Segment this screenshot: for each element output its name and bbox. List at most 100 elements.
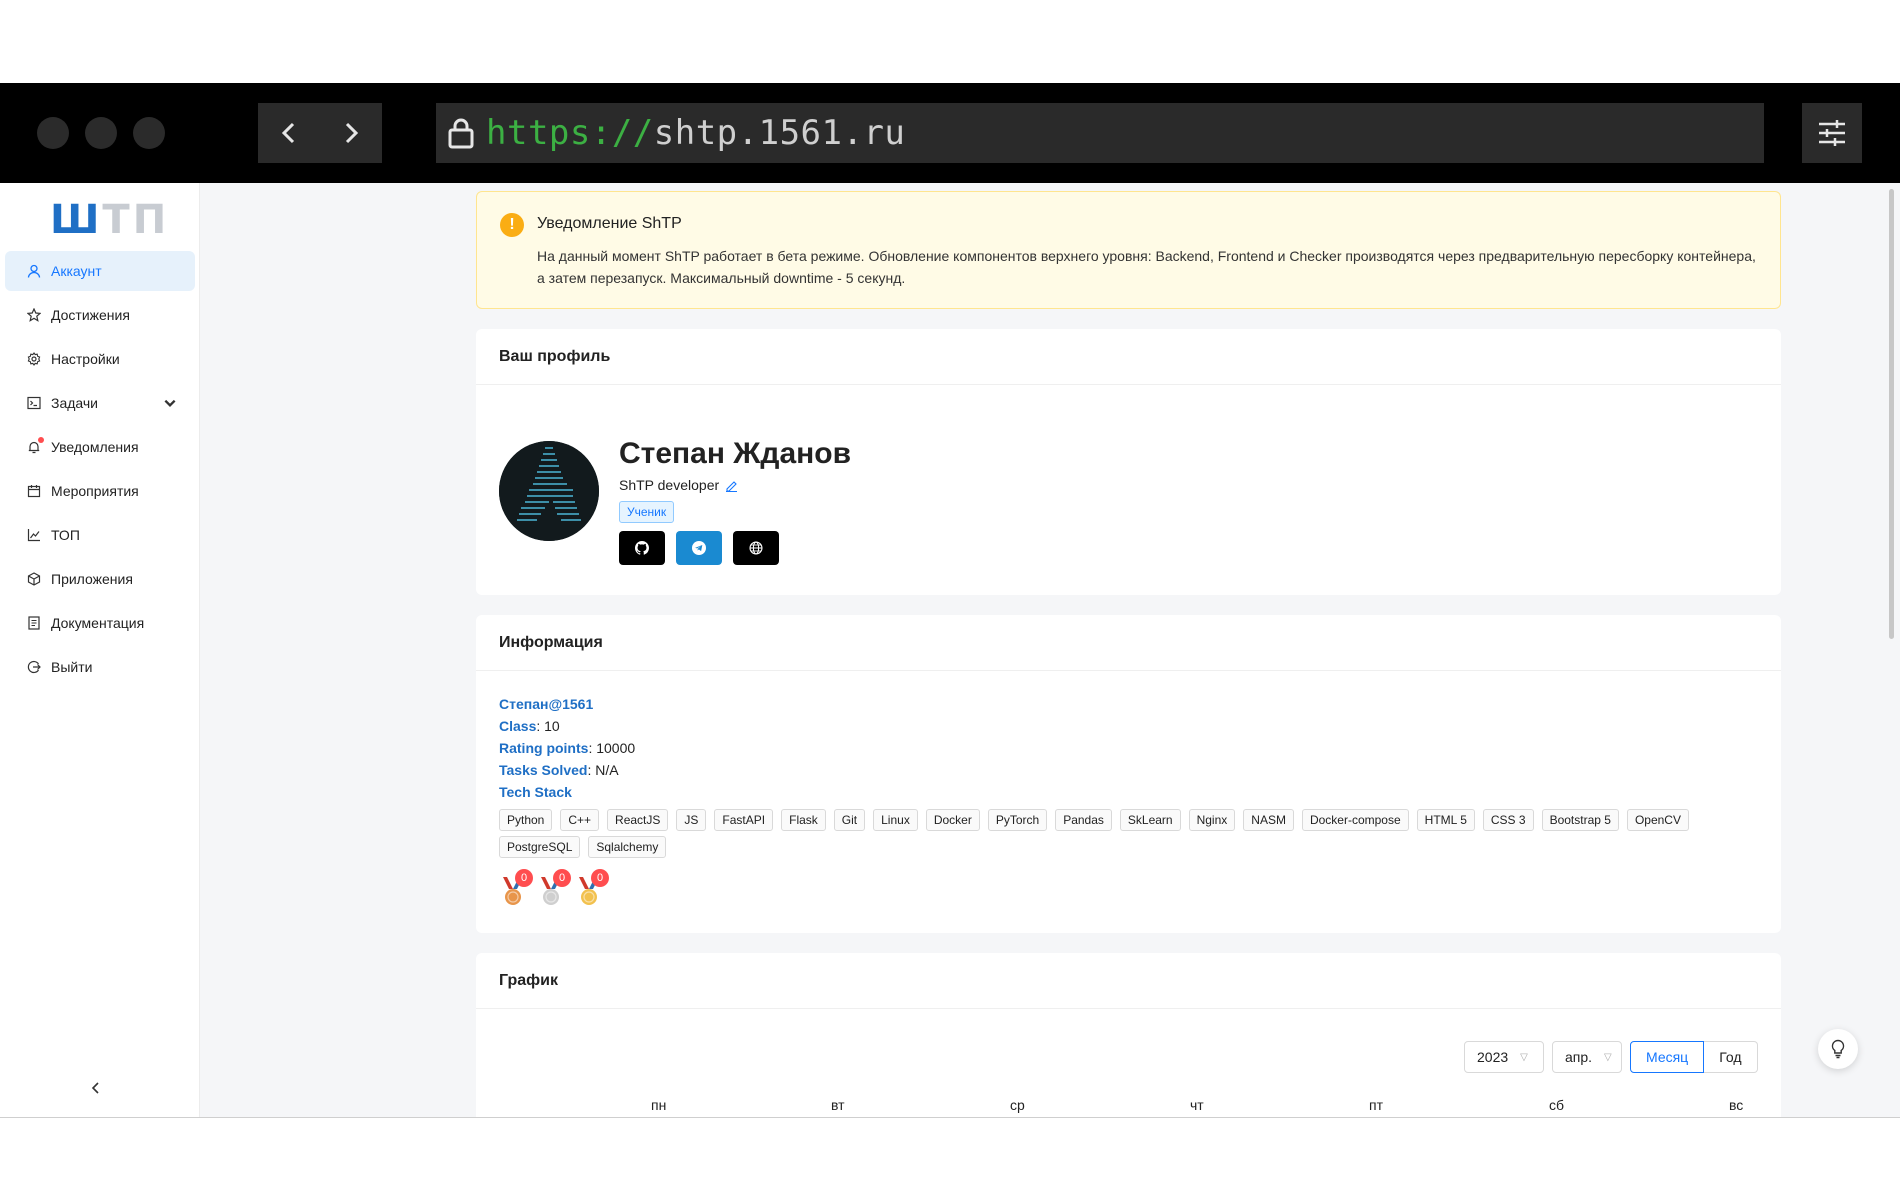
year-value: 2023 [1477, 1049, 1509, 1065]
page-scrollbar[interactable] [1889, 189, 1894, 639]
tech-tag: Pandas [1055, 809, 1112, 831]
profile-role-text: ShTP developer [619, 477, 720, 493]
profile-card-title: Ваш профиль [476, 329, 1781, 385]
alert-text: На данный момент ShTP работает в бета ре… [537, 248, 1756, 286]
sidebar-item-label: Уведомления [51, 439, 139, 455]
chevron-right-icon [345, 122, 359, 144]
tech-tag: C++ [560, 809, 600, 831]
info-card: Информация Степан@1561 Class: 10 Rating … [476, 615, 1781, 933]
tech-tag: NASM [1243, 809, 1294, 831]
tech-tag: HTML 5 [1416, 809, 1475, 831]
sidebar-menu: Аккаунт Достижения Настройки Задачи Увед… [5, 251, 195, 691]
tips-button[interactable] [1818, 1029, 1858, 1069]
main-content: ! Уведомление ShTP На данный момент ShTP… [476, 191, 1781, 1117]
tech-tag: PyTorch [987, 809, 1048, 831]
tech-tag: FastAPI [714, 809, 774, 831]
tech-tag: Docker [925, 809, 980, 831]
tasks-row: Tasks Solved: N/A [499, 762, 619, 778]
rating-label: Rating points [499, 740, 589, 756]
tech-tag: Bootstrap 5 [1541, 809, 1619, 831]
sidebar-item-account[interactable]: Аккаунт [5, 251, 195, 291]
window-close-button[interactable] [37, 117, 69, 149]
sidebar-item-logout[interactable]: Выйти [5, 647, 195, 687]
month-select[interactable]: апр. ▽ [1552, 1041, 1622, 1073]
logout-icon [27, 660, 41, 674]
tech-tag: OpenCV [1626, 809, 1689, 831]
sidebar-item-notifications[interactable]: Уведомления [5, 427, 195, 467]
month-mode-button[interactable]: Месяц [1630, 1041, 1705, 1073]
app-logo[interactable]: ШТП [50, 197, 169, 243]
sidebar-item-achievements[interactable]: Достижения [5, 295, 195, 335]
medals: 0 0 0 [499, 869, 1758, 909]
sidebar-item-label: Аккаунт [51, 263, 102, 279]
sidebar-item-label: Выйти [51, 659, 93, 675]
tech-stack-label: Tech Stack [499, 784, 572, 800]
graph-card-title: График [476, 953, 1781, 1009]
weekday-label: вт [831, 1097, 845, 1113]
calendar-icon [27, 485, 41, 498]
telegram-button[interactable] [676, 531, 722, 565]
period-toggle: Месяц Год [1630, 1041, 1758, 1073]
sidebar-item-events[interactable]: Мероприятия [5, 471, 195, 511]
rating-value: 10000 [596, 740, 636, 756]
chevron-left-icon [91, 1082, 99, 1094]
page-bottom-border [0, 1117, 1900, 1118]
username-rest: @1561 [548, 696, 594, 712]
lightbulb-icon [1831, 1039, 1845, 1059]
sidebar-item-label: Документация [51, 615, 145, 631]
class-label: Class [499, 718, 537, 734]
github-button[interactable] [619, 531, 665, 565]
sidebar-item-top[interactable]: ТОП [5, 515, 195, 555]
line-chart-icon [27, 529, 40, 542]
sidebar-item-label: Достижения [51, 307, 130, 323]
chevron-left-icon [281, 122, 295, 144]
url-host: shtp.1561.ru [653, 113, 906, 153]
logo-right: ТП [102, 197, 170, 243]
avatar-image [499, 441, 599, 541]
alert-title: Уведомление ShTP [537, 215, 682, 232]
profile-name: Степан Жданов [619, 437, 852, 470]
tech-stack-tags: Python C++ ReactJS JS FastAPI Flask Git Linux Do… [499, 809, 1699, 863]
year-select[interactable]: 2023 ▽ [1464, 1041, 1544, 1073]
chevron-down-icon[interactable] [163, 396, 177, 410]
tech-tag: Linux [873, 809, 918, 831]
weekday-label: пн [651, 1097, 667, 1113]
year-mode-button[interactable]: Год [1704, 1041, 1758, 1073]
medal-count-badge: 0 [515, 869, 533, 887]
lock-icon [448, 118, 474, 149]
telegram-icon [692, 541, 706, 555]
profile-card: Ваш профиль Степан Жданов ShTP developer… [476, 329, 1781, 595]
beta-notice-alert: ! Уведомление ShTP На данный момент ShTP… [476, 191, 1781, 309]
tech-tag: SkLearn [1119, 809, 1181, 831]
window-maximize-button[interactable] [133, 117, 165, 149]
tech-tag: Docker-compose [1301, 809, 1409, 831]
sidebar-item-label: Приложения [51, 571, 133, 587]
tech-tag: JS [676, 809, 707, 831]
profile-role: ShTP developer [619, 477, 738, 493]
collapse-sidebar-button[interactable] [90, 1081, 102, 1100]
edit-icon[interactable] [725, 479, 738, 492]
medal-count-badge: 0 [553, 869, 571, 887]
weekday-label: ср [1010, 1097, 1025, 1113]
notification-dot [38, 437, 44, 443]
tech-tag: Flask [781, 809, 826, 831]
tech-tag: Nginx [1188, 809, 1236, 831]
window-minimize-button[interactable] [85, 117, 117, 149]
star-icon [27, 308, 41, 322]
back-button[interactable] [258, 103, 320, 163]
tech-tag: Python [499, 809, 553, 831]
logo-left: Ш [50, 197, 103, 243]
sidebar-item-settings[interactable]: Настройки [5, 339, 195, 379]
username-first: Степан [499, 696, 549, 712]
browser-settings-button[interactable] [1802, 103, 1862, 163]
role-badge: Ученик [619, 501, 675, 523]
sidebar-item-apps[interactable]: Приложения [5, 559, 195, 599]
sidebar-item-tasks[interactable]: Задачи [5, 383, 195, 423]
month-value: апр. [1565, 1049, 1593, 1065]
address-bar[interactable]: https://shtp.1561.ru [436, 103, 1764, 163]
url-protocol: https:// [486, 113, 654, 153]
forward-button[interactable] [320, 103, 382, 163]
website-button[interactable] [733, 531, 779, 565]
sidebar-item-docs[interactable]: Документация [5, 603, 195, 643]
class-value: 10 [544, 718, 560, 734]
